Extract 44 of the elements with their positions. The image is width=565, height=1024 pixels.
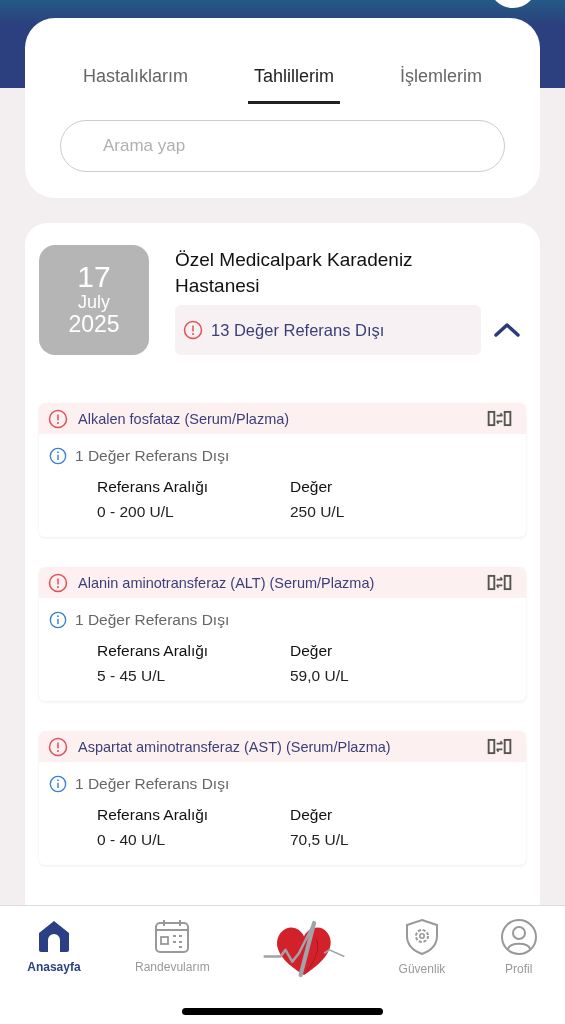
calendar-icon xyxy=(154,918,191,954)
info-icon xyxy=(49,775,67,793)
shield-gear-icon xyxy=(403,918,440,956)
date-day: 17 xyxy=(77,261,111,293)
nav-item[interactable]: Güvenlik xyxy=(396,916,448,978)
alert-icon xyxy=(183,320,203,340)
range-label: Referans Aralığı xyxy=(97,478,210,496)
search-field[interactable]: Arama yap xyxy=(60,120,505,172)
info-icon xyxy=(49,611,67,629)
nav-item[interactable]: Profil xyxy=(497,916,540,978)
profile-icon xyxy=(499,918,538,956)
value-label: Değer xyxy=(290,806,334,824)
info-icon xyxy=(49,447,67,465)
range-value: 0 - 200 U/L xyxy=(97,503,175,521)
summary-text: 13 Değer Referans Dışı xyxy=(211,320,385,340)
date-month: July xyxy=(78,292,110,311)
test-name: Alkalen fosfataz (Serum/Plazma) xyxy=(78,410,291,427)
compare-icon[interactable] xyxy=(487,574,512,591)
tab[interactable]: Tahlillerim xyxy=(248,62,340,104)
info-text: 1 Değer Referans Dışı xyxy=(75,775,230,793)
range-label: Referans Aralığı xyxy=(97,642,210,660)
hospital-name: Özel Medicalpark Karadeniz Hastanesi xyxy=(175,248,414,298)
range-value: 5 - 45 U/L xyxy=(97,667,167,685)
value-label: Değer xyxy=(290,642,334,660)
compare-icon[interactable] xyxy=(487,410,512,427)
test-name: Aspartat aminotransferaz (AST) (Serum/Plazma) xyxy=(78,738,392,755)
alert-icon xyxy=(48,736,68,757)
info-text: 1 Değer Referans Dışı xyxy=(75,447,230,465)
range-label: Referans Aralığı xyxy=(97,806,210,824)
result-value: 70,5 U/L xyxy=(290,831,350,849)
alert-icon xyxy=(48,408,68,429)
compare-icon[interactable] xyxy=(487,738,512,755)
heart-logo-icon[interactable] xyxy=(262,918,347,980)
nav-item[interactable]: Randevularım xyxy=(133,916,212,976)
nav-item[interactable]: Anasayfa xyxy=(25,916,83,976)
alert-icon xyxy=(48,572,68,593)
tab[interactable]: Hastalıklarım xyxy=(77,62,194,104)
test-name: Alanin aminotransferaz (ALT) (Serum/Plazma) xyxy=(78,574,376,591)
info-text: 1 Değer Referans Dışı xyxy=(75,611,230,629)
tab[interactable]: İşlemlerim xyxy=(393,62,488,104)
value-label: Değer xyxy=(290,478,334,496)
result-value: 250 U/L xyxy=(290,503,346,521)
range-value: 0 - 40 U/L xyxy=(97,831,167,849)
result-value: 59,0 U/L xyxy=(290,667,350,685)
